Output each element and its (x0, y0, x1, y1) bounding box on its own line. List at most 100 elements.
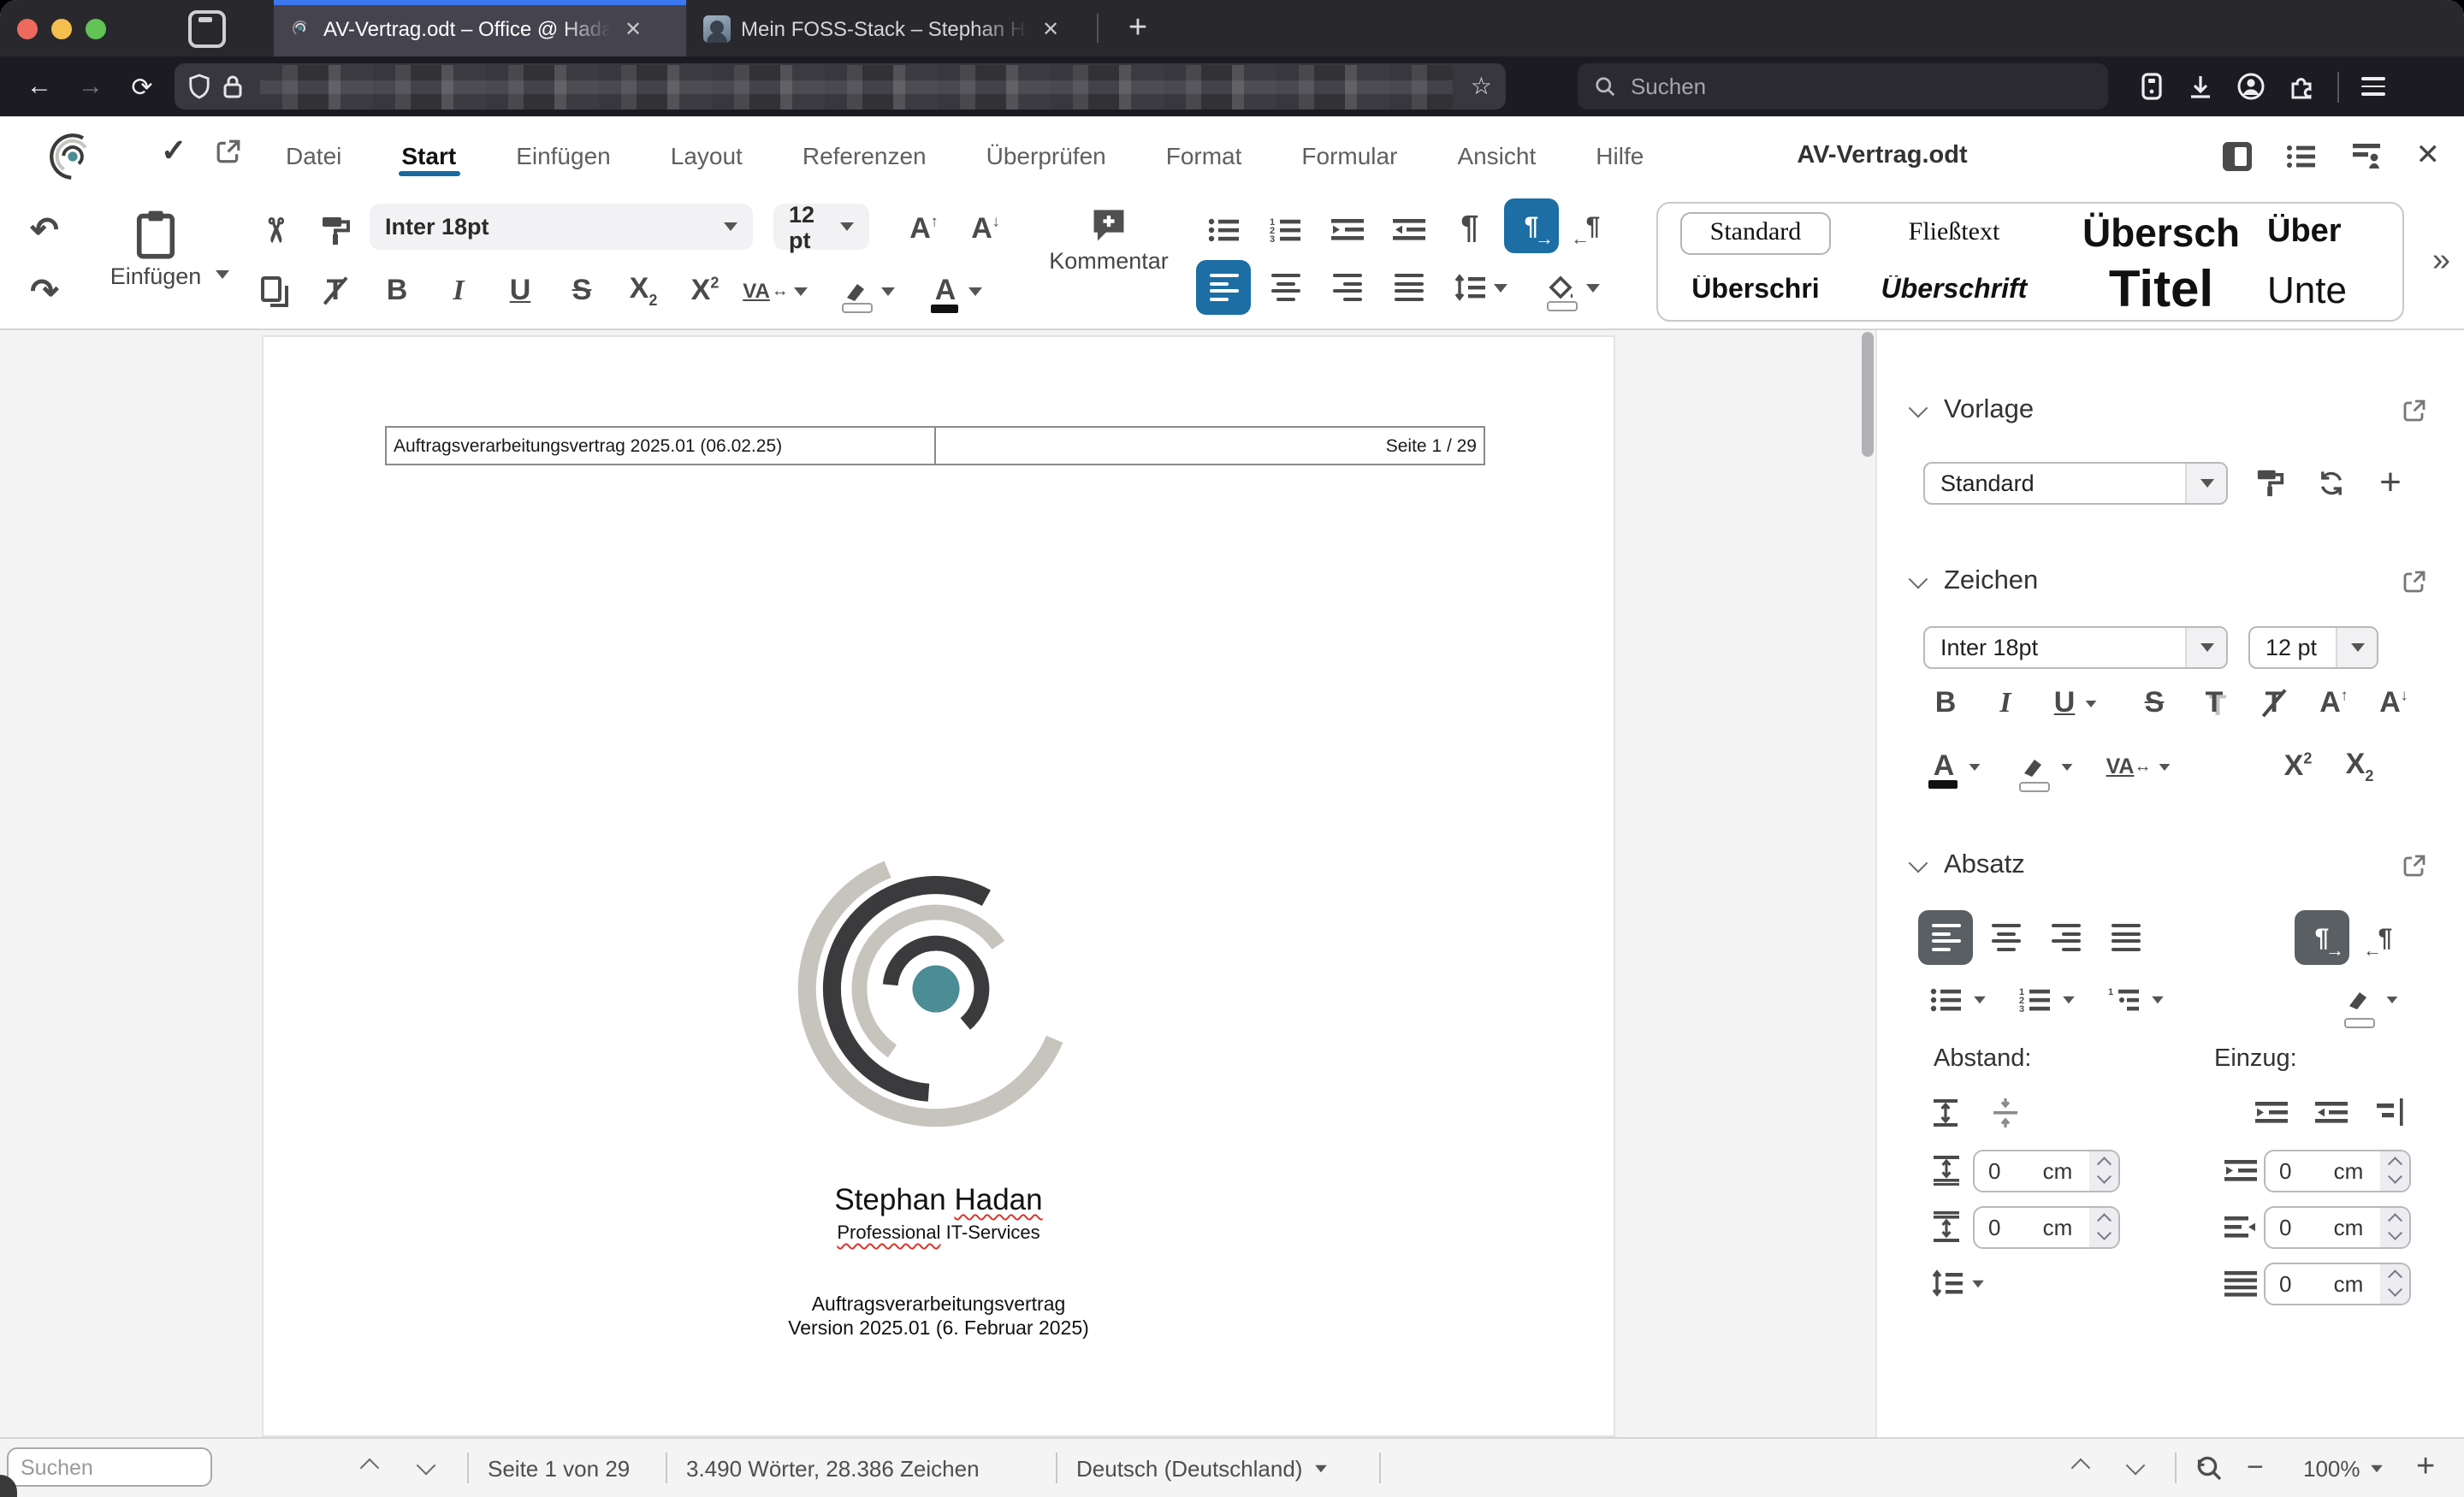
numbered-list-caret[interactable] (2062, 995, 2074, 1003)
font-color-caret[interactable] (968, 287, 982, 295)
url-bar[interactable]: ☆ (175, 63, 1506, 109)
sidebar-strikethrough-button[interactable]: S (2127, 676, 2182, 731)
space-above-spinner[interactable]: 0 cm (1973, 1150, 2120, 1192)
language-caret[interactable] (1315, 1464, 1328, 1472)
sidebar-outline-list-button[interactable]: 1 (2096, 972, 2175, 1027)
font-size-combo[interactable]: 12 pt (773, 201, 869, 252)
highlight-caret[interactable] (881, 287, 895, 295)
spinner-steppers[interactable] (2089, 1151, 2118, 1191)
sidebar-clear-formatting-button[interactable]: T (2247, 676, 2301, 731)
sidebar-shrink-font-button[interactable]: A↓ (2366, 676, 2421, 731)
outline-list-caret[interactable] (2151, 995, 2163, 1003)
sidebar-font-name-combo[interactable]: Inter 18pt (1923, 626, 2228, 669)
bold-button[interactable]: B (370, 263, 424, 318)
menu-hilfe[interactable]: Hilfe (1592, 125, 1647, 186)
sidebar-align-center-button[interactable] (1978, 910, 2033, 965)
bullet-list-button[interactable] (1196, 202, 1251, 257)
tab-av-vertrag[interactable]: AV-Vertrag.odt – Office @ Hada ✕ (274, 0, 686, 56)
style-untertitel[interactable]: Unte (2267, 269, 2402, 313)
spinner-steppers[interactable] (2089, 1208, 2118, 1247)
style-fliesstext[interactable]: Fließtext (1853, 218, 2055, 247)
zoom-level[interactable]: 100% (2303, 1439, 2384, 1497)
sidebar-justify-button[interactable] (2098, 910, 2153, 965)
align-left-button[interactable] (1196, 260, 1251, 315)
update-style-button[interactable] (2243, 455, 2298, 510)
document-page[interactable]: Auftragsverarbeitungsvertrag 2025.01 (06… (262, 335, 1615, 1437)
lock-icon[interactable] (222, 74, 243, 99)
reload-button[interactable]: ⟳ (116, 71, 168, 102)
shrink-font-button[interactable]: A↓ (958, 202, 1013, 257)
line-spacing-caret[interactable] (1493, 283, 1507, 292)
space-below-spinner[interactable]: 0 cm (1973, 1206, 2120, 1249)
sidebar-highlight-button[interactable] (2007, 739, 2086, 794)
hanging-indent-button[interactable] (2363, 1085, 2418, 1139)
font-color-button[interactable]: A (921, 263, 996, 318)
spinner-steppers[interactable] (2380, 1151, 2409, 1191)
sidebar-rtl-button[interactable]: ¶ ← (2358, 910, 2413, 965)
zoom-in-button[interactable]: + (2416, 1439, 2435, 1497)
bg-color-caret[interactable] (1585, 283, 1599, 292)
sidebar-paragraph-bg-button[interactable] (2332, 972, 2411, 1027)
open-in-new-icon[interactable] (216, 139, 241, 164)
sidebar-italic-button[interactable]: I (1978, 676, 2033, 731)
new-style-button[interactable]: + (2363, 455, 2418, 510)
highlight-color-button[interactable] (832, 263, 907, 318)
next-page-button[interactable] (2125, 1439, 2146, 1497)
menu-format[interactable]: Format (1163, 125, 1246, 186)
spinner-steppers[interactable] (2380, 1208, 2409, 1247)
word-count-status[interactable]: 3.490 Wörter, 28.386 Zeichen (686, 1439, 980, 1497)
previous-page-button[interactable] (2070, 1439, 2091, 1497)
sidebar-char-spacing-button[interactable]: VA ↔ (2096, 739, 2182, 794)
paste-button[interactable]: Einfügen (89, 209, 229, 289)
cut-button[interactable]: ✂ (246, 202, 301, 257)
indent-after-spinner[interactable]: 0 cm (2264, 1206, 2411, 1249)
close-document-icon[interactable]: ✕ (2416, 139, 2441, 173)
download-icon[interactable] (2187, 73, 2214, 100)
browser-search-box[interactable] (1578, 63, 2108, 109)
clear-formatting-button[interactable]: T (308, 263, 363, 318)
rtl-paragraph-button[interactable]: ¶ ← (1566, 198, 1620, 253)
sidebar-grow-font-button[interactable]: A↑ (2307, 676, 2361, 731)
comment-button[interactable]: Kommentar (1040, 205, 1177, 274)
sidebar-font-size-combo[interactable]: 12 pt (2248, 626, 2378, 669)
save-status-check-icon[interactable]: ✓ (161, 133, 187, 169)
style-standard[interactable]: Standard (1658, 211, 1853, 254)
line-spacing-button[interactable] (1442, 260, 1518, 315)
title-page-text[interactable]: Stephan Hadan Professional IT-Services A… (264, 1182, 1614, 1340)
bullet-list-caret[interactable] (1973, 995, 1985, 1003)
copy-button[interactable] (246, 263, 301, 318)
font-color-caret[interactable] (1969, 763, 1981, 770)
style-ueberschrift2[interactable]: Über (2267, 214, 2402, 251)
char-spacing-caret[interactable] (793, 287, 808, 295)
style-ueberschrift4[interactable]: Überschrift (1853, 275, 2055, 306)
account-icon[interactable] (2236, 72, 2266, 101)
toc-list-icon[interactable] (2286, 143, 2317, 169)
collapse-chevron-icon[interactable] (1908, 569, 1928, 589)
sidebar-toggle-icon[interactable] (2222, 141, 2252, 170)
section-absatz-header[interactable]: Absatz (1908, 850, 2025, 881)
paragraph-bg-color-button[interactable] (1535, 260, 1610, 315)
einzug-decrease-button[interactable] (2303, 1085, 2358, 1139)
collapse-chevron-icon[interactable] (1908, 398, 1928, 418)
sidebar-font-color-button[interactable]: A (1918, 739, 1997, 794)
menu-start[interactable]: Start (398, 125, 460, 186)
pocket-device-icon[interactable] (2139, 72, 2165, 101)
sidebar-shadow-button[interactable]: T (2187, 676, 2242, 731)
open-dialog-icon[interactable] (2402, 854, 2426, 878)
firefox-view-icon[interactable] (188, 9, 226, 47)
find-next-button[interactable] (416, 1439, 436, 1497)
char-spacing-button[interactable]: VA ↔ (739, 263, 811, 318)
menu-einfuegen[interactable]: Einfügen (512, 125, 614, 186)
find-input[interactable] (7, 1447, 212, 1487)
section-zeichen-header[interactable]: Zeichen (1908, 566, 2038, 597)
line-spacing-caret[interactable] (1971, 1279, 1983, 1287)
zoom-caret[interactable] (2371, 1464, 2384, 1472)
tab-close-icon[interactable]: ✕ (625, 16, 642, 40)
style-ueberschrift1[interactable]: Übersch (2055, 210, 2267, 256)
indent-before-spinner[interactable]: 0 cm (2264, 1150, 2411, 1192)
sidebar-align-right-button[interactable] (2038, 910, 2093, 965)
find-previous-button[interactable] (359, 1439, 380, 1497)
style-select-dropdown[interactable] (2185, 464, 2226, 503)
font-size-caret[interactable] (840, 222, 854, 231)
zoom-out-button[interactable]: − (2247, 1439, 2264, 1497)
